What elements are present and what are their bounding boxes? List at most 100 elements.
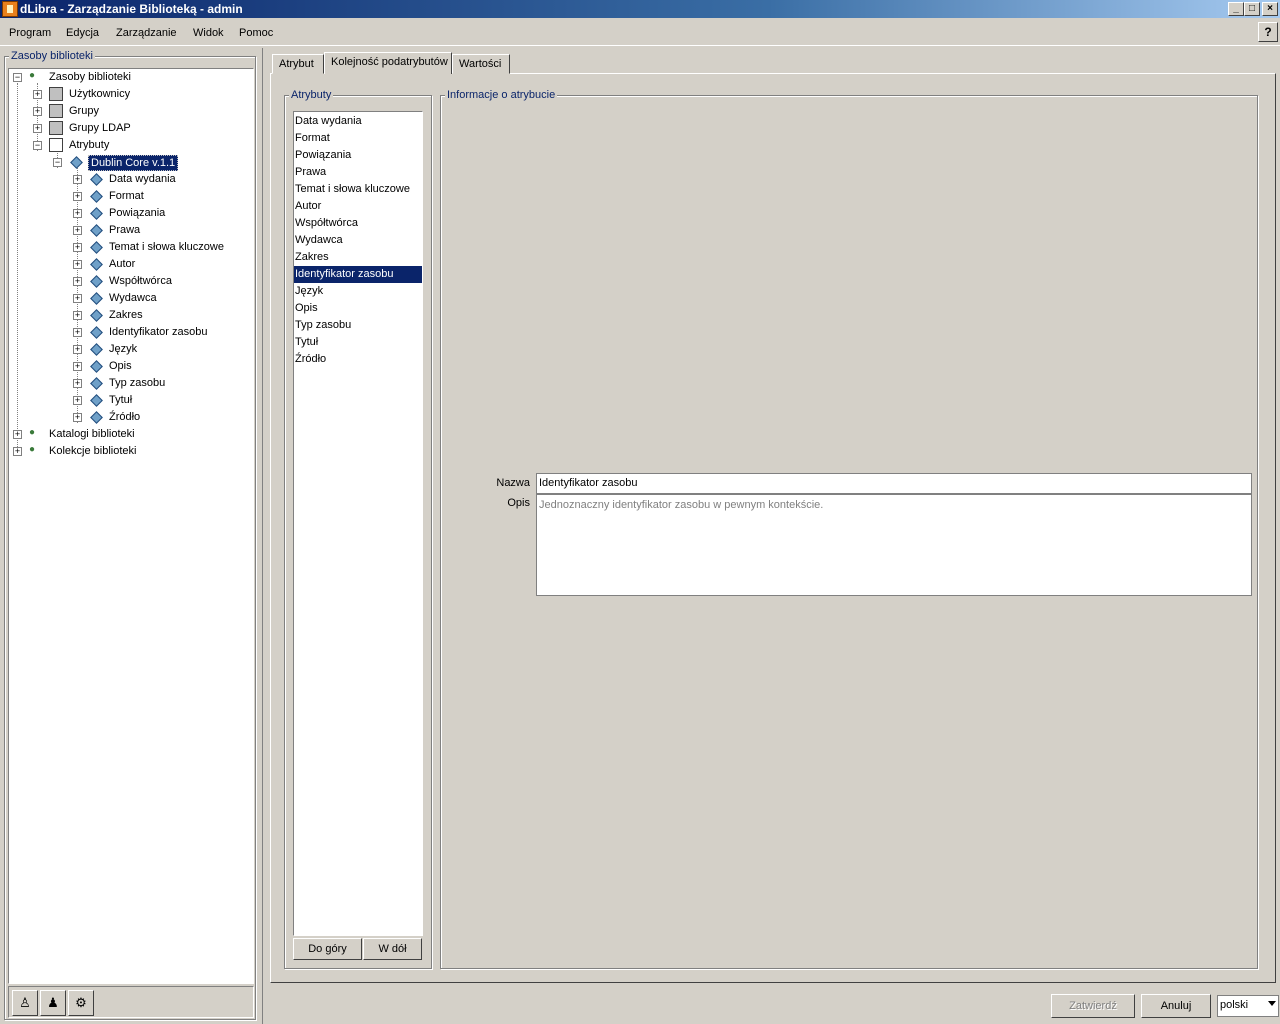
- tree-label-attribute: Tytuł: [109, 394, 133, 406]
- tree-node-attribute[interactable]: + Opis: [9, 358, 249, 375]
- tree-node-attribute[interactable]: + Powiązania: [9, 205, 249, 222]
- resource-tree[interactable]: − Zasoby biblioteki + Użytkownicy + Grup…: [8, 68, 254, 984]
- description-field[interactable]: Jednoznaczny identyfikator zasobu w pewn…: [536, 494, 1252, 596]
- tree-node-users[interactable]: + Użytkownicy: [9, 86, 249, 103]
- expand-icon[interactable]: +: [73, 192, 82, 201]
- list-item[interactable]: Powiązania: [294, 147, 422, 164]
- tree-label-attribute: Temat i słowa kluczowe: [109, 241, 224, 253]
- expand-icon[interactable]: +: [73, 362, 82, 371]
- tree-node-attribute[interactable]: + Autor: [9, 256, 249, 273]
- expand-icon[interactable]: +: [73, 311, 82, 320]
- tree-node-attributes[interactable]: − Atrybuty: [9, 137, 249, 154]
- expand-icon[interactable]: +: [33, 107, 42, 116]
- user-action-icon[interactable]: ♙: [12, 990, 38, 1016]
- context-help-button[interactable]: ?: [1258, 22, 1278, 42]
- name-field[interactable]: Identyfikator zasobu: [536, 473, 1252, 494]
- tab-kolejnosc[interactable]: Kolejność podatrybutów: [324, 52, 452, 74]
- menu-edycja[interactable]: Edycja: [66, 27, 99, 39]
- tree-label-attribute: Format: [109, 190, 144, 202]
- list-item[interactable]: Zakres: [294, 249, 422, 266]
- tree-node-attribute[interactable]: + Data wydania: [9, 171, 249, 188]
- tree-label-attribute: Wydawca: [109, 292, 157, 304]
- menu-zarzadzanie[interactable]: Zarządzanie: [116, 27, 177, 39]
- tree-node-ldap-groups[interactable]: + Grupy LDAP: [9, 120, 249, 137]
- list-item[interactable]: Data wydania: [294, 113, 422, 130]
- tab-wartosci[interactable]: Wartości: [452, 54, 510, 74]
- tree-node-attribute[interactable]: + Prawa: [9, 222, 249, 239]
- list-item[interactable]: Temat i słowa kluczowe: [294, 181, 422, 198]
- maximize-button[interactable]: □: [1244, 2, 1260, 16]
- list-item[interactable]: Współtwórca: [294, 215, 422, 232]
- tree-node-attribute[interactable]: + Wydawca: [9, 290, 249, 307]
- tree-node-schema[interactable]: − Dublin Core v.1.1: [9, 154, 249, 171]
- expand-icon[interactable]: +: [33, 124, 42, 133]
- expand-icon[interactable]: +: [13, 430, 22, 439]
- expand-icon[interactable]: +: [73, 294, 82, 303]
- list-item[interactable]: Identyfikator zasobu: [294, 266, 422, 283]
- list-item[interactable]: Typ zasobu: [294, 317, 422, 334]
- attribute-icon: [90, 207, 103, 220]
- tree-node-collections[interactable]: + Kolekcje biblioteki: [9, 443, 249, 460]
- tree-label-attribute: Identyfikator zasobu: [109, 326, 208, 338]
- attribute-icon: [90, 360, 103, 373]
- tree-label-attribute: Język: [109, 343, 138, 355]
- attributes-list[interactable]: Data wydania Format Powiązania Prawa Temat i…: [293, 111, 423, 936]
- expand-icon[interactable]: +: [73, 209, 82, 218]
- minimize-button[interactable]: _: [1228, 2, 1244, 16]
- list-item[interactable]: Prawa: [294, 164, 422, 181]
- user-settings-icon[interactable]: ⚙: [68, 990, 94, 1016]
- tree-node-attribute[interactable]: + Tytuł: [9, 392, 249, 409]
- expand-icon[interactable]: +: [73, 226, 82, 235]
- list-item[interactable]: Wydawca: [294, 232, 422, 249]
- tree-label-catalogs: Katalogi biblioteki: [49, 428, 135, 440]
- person-icon[interactable]: ♟: [40, 990, 66, 1016]
- ldap-groups-icon: [49, 121, 63, 135]
- list-item[interactable]: Źródło: [294, 351, 422, 368]
- close-button[interactable]: ×: [1262, 2, 1278, 16]
- expand-icon[interactable]: +: [73, 277, 82, 286]
- list-item[interactable]: Opis: [294, 300, 422, 317]
- tree-node-attribute[interactable]: + Typ zasobu: [9, 375, 249, 392]
- expand-icon[interactable]: +: [73, 243, 82, 252]
- expand-icon[interactable]: +: [73, 175, 82, 184]
- list-item[interactable]: Autor: [294, 198, 422, 215]
- tree-node-attribute[interactable]: + Zakres: [9, 307, 249, 324]
- collapse-icon[interactable]: −: [53, 158, 62, 167]
- expand-icon[interactable]: +: [73, 396, 82, 405]
- app-icon: [2, 1, 18, 17]
- collapse-icon[interactable]: −: [13, 73, 22, 82]
- tree-label-attribute: Współtwórca: [109, 275, 172, 287]
- menu-program[interactable]: Program: [9, 27, 51, 39]
- resources-icon: [29, 70, 43, 84]
- list-item[interactable]: Format: [294, 130, 422, 147]
- tree-node-attribute[interactable]: + Źródło: [9, 409, 249, 426]
- list-item[interactable]: Tytuł: [294, 334, 422, 351]
- tree-node-catalogs[interactable]: + Katalogi biblioteki: [9, 426, 249, 443]
- move-down-button[interactable]: W dół: [363, 938, 422, 960]
- expand-icon[interactable]: +: [73, 413, 82, 422]
- language-value: polski: [1220, 999, 1249, 1011]
- move-up-button[interactable]: Do góry: [293, 938, 362, 960]
- expand-icon[interactable]: +: [13, 447, 22, 456]
- tree-node-groups[interactable]: + Grupy: [9, 103, 249, 120]
- attributes-icon: [49, 138, 63, 152]
- expand-icon[interactable]: +: [73, 345, 82, 354]
- cancel-button[interactable]: Anuluj: [1141, 994, 1211, 1018]
- tab-atrybut[interactable]: Atrybut: [272, 54, 324, 74]
- expand-icon[interactable]: +: [73, 328, 82, 337]
- tree-node-attribute[interactable]: + Język: [9, 341, 249, 358]
- menu-widok[interactable]: Widok: [193, 27, 224, 39]
- confirm-button[interactable]: Zatwierdź: [1051, 994, 1135, 1018]
- expand-icon[interactable]: +: [73, 379, 82, 388]
- tree-node-attribute[interactable]: + Identyfikator zasobu: [9, 324, 249, 341]
- tree-node-attribute[interactable]: + Temat i słowa kluczowe: [9, 239, 249, 256]
- language-select[interactable]: polski: [1217, 995, 1279, 1017]
- collapse-icon[interactable]: −: [33, 141, 42, 150]
- expand-icon[interactable]: +: [33, 90, 42, 99]
- tree-node-attribute[interactable]: + Współtwórca: [9, 273, 249, 290]
- tree-node-root[interactable]: − Zasoby biblioteki: [9, 69, 249, 86]
- tree-node-attribute[interactable]: + Format: [9, 188, 249, 205]
- menu-pomoc[interactable]: Pomoc: [239, 27, 273, 39]
- list-item[interactable]: Język: [294, 283, 422, 300]
- expand-icon[interactable]: +: [73, 260, 82, 269]
